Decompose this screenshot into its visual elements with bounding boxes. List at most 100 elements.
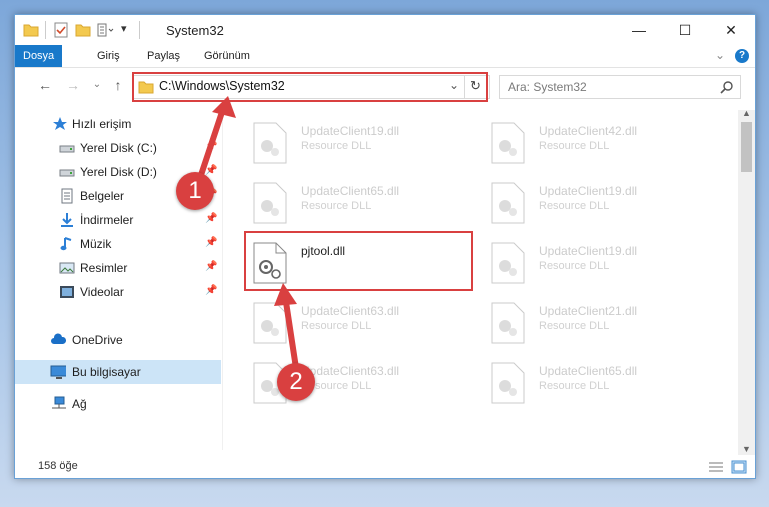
star-icon (53, 117, 67, 130)
pictures-icon (59, 262, 75, 274)
scrollbar-thumb[interactable] (741, 122, 752, 172)
music-icon (60, 237, 72, 251)
help-icon[interactable]: ? (735, 49, 749, 63)
drive-icon (59, 169, 75, 177)
sidebar-item-downloads[interactable]: İndirmeler 📌 (15, 208, 221, 232)
sidebar-item-network[interactable]: Ağ (15, 392, 221, 416)
file-name: UpdateClient19.dll (301, 124, 400, 138)
new-folder-icon[interactable] (75, 22, 91, 38)
sidebar-item-label: İndirmeler (80, 213, 134, 227)
file-tile[interactable]: UpdateClient19.dll Resource DLL (253, 120, 483, 176)
dll-file-icon (253, 182, 287, 224)
customize-icon[interactable] (97, 22, 115, 38)
network-icon (52, 396, 66, 409)
expand-ribbon-icon[interactable]: ⌄ (715, 48, 725, 62)
dll-file-icon (491, 362, 525, 404)
sidebar-item-quick-access[interactable]: Hızlı erişim (15, 112, 221, 136)
drive-icon (59, 145, 75, 153)
file-description: Resource DLL (301, 200, 372, 212)
file-name: UpdateClient63.dll (301, 364, 400, 378)
file-name: UpdateClient63.dll (301, 304, 400, 318)
file-description: Resource DLL (539, 320, 610, 332)
qa-dropdown-icon[interactable]: ▾ (121, 22, 127, 35)
sidebar-item-label: Bu bilgisayar (72, 365, 141, 379)
sidebar-item-label: Videolar (80, 285, 124, 299)
tab-home[interactable]: Giriş (87, 45, 130, 67)
pin-icon[interactable]: 📌 (205, 213, 217, 224)
dll-file-icon (491, 122, 525, 164)
dll-file-icon (491, 302, 525, 344)
sidebar-item-music[interactable]: Müzik 📌 (15, 232, 221, 256)
file-tile[interactable]: UpdateClient65.dll Resource DLL (253, 180, 483, 236)
sidebar-item-label: Resimler (80, 261, 128, 275)
close-button[interactable]: ✕ (708, 15, 754, 45)
recent-locations-icon[interactable]: ⌄ (89, 77, 105, 93)
up-button[interactable]: ↑ (110, 77, 126, 93)
step-badge-2: 2 (277, 363, 315, 401)
sidebar-item-disk-c[interactable]: Yerel Disk (C:) 📌 (15, 136, 221, 160)
file-name: UpdateClient19.dll (539, 244, 638, 258)
file-tile[interactable]: UpdateClient19.dll Resource DLL (491, 180, 721, 236)
address-highlight-box (132, 72, 488, 102)
cloud-icon (51, 333, 66, 344)
back-button[interactable]: ← (37, 77, 53, 93)
pin-icon[interactable]: 📌 (205, 261, 217, 272)
sidebar-item-onedrive[interactable]: OneDrive (15, 328, 221, 352)
ribbon-tabs: Dosya Giriş Paylaş Görünüm ⌄ ? (15, 45, 755, 68)
dll-file-icon (253, 122, 287, 164)
file-name: UpdateClient19.dll (539, 184, 638, 198)
documents-icon (61, 188, 73, 204)
file-highlight-box (244, 231, 473, 291)
dll-file-icon (491, 182, 525, 224)
sidebar-item-this-pc[interactable]: Bu bilgisayar (15, 360, 221, 384)
title-bar: ▾ System32 — ☐ ✕ (15, 15, 755, 45)
file-tile[interactable]: UpdateClient63.dll Resource DLL (253, 300, 483, 356)
file-name: UpdateClient21.dll (539, 304, 638, 318)
file-tile[interactable]: UpdateClient19.dll Resource DLL (491, 240, 721, 296)
sidebar-item-label: Yerel Disk (C:) (80, 141, 157, 155)
properties-icon[interactable] (53, 22, 69, 38)
pin-icon[interactable]: 📌 (205, 285, 217, 296)
sidebar-item-label: Müzik (80, 237, 112, 251)
details-view-icon[interactable] (708, 461, 724, 474)
sidebar-item-label: Hızlı erişim (72, 117, 132, 131)
file-name: UpdateClient42.dll (539, 124, 638, 138)
file-description: Resource DLL (539, 200, 610, 212)
file-tile[interactable]: UpdateClient65.dll Resource DLL (491, 360, 721, 416)
step-badge-1: 1 (176, 172, 214, 210)
navigation-pane: Hızlı erişim Yerel Disk (C:) 📌 Yerel Dis… (15, 110, 221, 450)
file-description: Resource DLL (539, 380, 610, 392)
file-description: Resource DLL (539, 140, 610, 152)
scroll-up-icon[interactable]: ▲ (742, 108, 751, 118)
computer-icon (50, 365, 66, 379)
tab-share[interactable]: Paylaş (137, 45, 190, 67)
search-icon (720, 81, 733, 94)
file-tile[interactable]: UpdateClient42.dll Resource DLL (491, 120, 721, 176)
sidebar-item-label: Ağ (72, 397, 87, 411)
tab-view[interactable]: Görünüm (194, 45, 260, 67)
vertical-scrollbar[interactable]: ▲ ▼ (738, 108, 755, 455)
folder-icon (23, 24, 39, 37)
sidebar-item-pictures[interactable]: Resimler 📌 (15, 256, 221, 280)
dll-file-icon (491, 242, 525, 284)
file-description: Resource DLL (539, 260, 610, 272)
maximize-button[interactable]: ☐ (662, 15, 708, 45)
minimize-button[interactable]: — (616, 15, 662, 45)
separator (45, 21, 46, 39)
search-placeholder: Ara: System32 (508, 80, 587, 94)
separator (139, 21, 140, 39)
sidebar-item-label: OneDrive (72, 333, 123, 347)
pin-icon[interactable]: 📌 (205, 237, 217, 248)
file-name: UpdateClient65.dll (539, 364, 638, 378)
file-tile[interactable]: UpdateClient21.dll Resource DLL (491, 300, 721, 356)
pin-icon[interactable]: 📌 (205, 165, 217, 176)
large-icons-view-icon[interactable] (731, 460, 747, 474)
scroll-down-icon[interactable]: ▼ (742, 444, 751, 454)
videos-icon (60, 286, 74, 298)
pin-icon[interactable]: 📌 (205, 141, 217, 152)
sidebar-item-videos[interactable]: Videolar 📌 (15, 280, 221, 304)
forward-button[interactable]: → (65, 77, 81, 93)
tab-file[interactable]: Dosya (15, 45, 62, 67)
file-description: Resource DLL (301, 140, 372, 152)
search-input[interactable]: Ara: System32 (499, 75, 741, 99)
